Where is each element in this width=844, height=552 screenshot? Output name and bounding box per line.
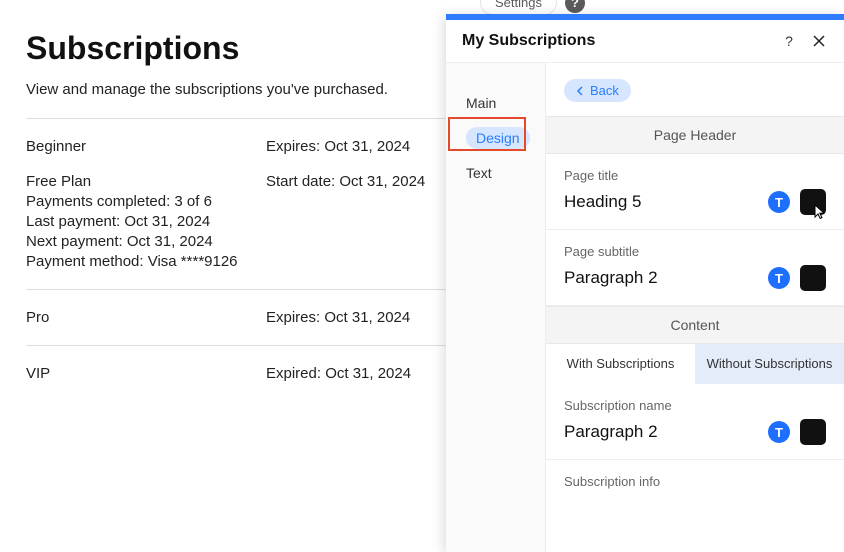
sidebar-item-main[interactable]: Main — [446, 87, 545, 119]
help-circle-icon[interactable]: ? — [565, 0, 585, 13]
subscription-detail: Payments completed: 3 of 6 — [26, 193, 266, 210]
subscription-name: VIP — [26, 365, 266, 382]
sidebar-item-label: Text — [466, 165, 492, 181]
field-value: Paragraph 2 — [564, 422, 768, 442]
panel-header: My Subscriptions ? — [446, 20, 844, 63]
field-label: Subscription name — [564, 398, 826, 413]
subscription-detail: Last payment: Oct 31, 2024 — [26, 213, 266, 230]
color-swatch[interactable] — [800, 265, 826, 291]
field-label: Page subtitle — [564, 244, 826, 259]
back-button[interactable]: Back — [564, 79, 631, 102]
subscription-name: Free Plan — [26, 173, 266, 190]
settings-pill[interactable]: Settings — [480, 0, 557, 15]
subscription-detail: Next payment: Oct 31, 2024 — [26, 233, 266, 250]
sidebar-item-label: Design — [466, 127, 530, 149]
text-style-button[interactable]: T — [768, 267, 790, 289]
help-icon[interactable]: ? — [780, 32, 798, 50]
content-tabs: With Subscriptions Without Subscriptions — [546, 344, 844, 384]
field-subscription-name: Subscription name Paragraph 2 T — [546, 384, 844, 460]
cursor-icon — [812, 203, 828, 221]
section-header-page-header: Page Header — [546, 116, 844, 154]
subscription-detail: Payment method: Visa ****9126 — [26, 253, 266, 270]
sidebar-item-label: Main — [466, 95, 496, 111]
field-value: Paragraph 2 — [564, 268, 768, 288]
panel-sidebar: Main Design Text — [446, 63, 546, 552]
subscription-name: Beginner — [26, 138, 266, 155]
close-icon[interactable] — [810, 32, 828, 50]
subscription-name: Pro — [26, 309, 266, 326]
back-label: Back — [590, 83, 619, 98]
color-swatch[interactable] — [800, 419, 826, 445]
settings-panel: My Subscriptions ? Main Design Text — [446, 14, 844, 552]
text-style-button[interactable]: T — [768, 191, 790, 213]
sidebar-item-text[interactable]: Text — [446, 157, 545, 189]
field-page-subtitle: Page subtitle Paragraph 2 T — [546, 230, 844, 306]
field-label: Subscription info — [564, 474, 826, 489]
field-page-title: Page title Heading 5 T — [546, 154, 844, 230]
field-label: Page title — [564, 168, 826, 183]
settings-pill-wrap: Settings ? — [480, 0, 585, 15]
tab-without-subscriptions[interactable]: Without Subscriptions — [695, 344, 844, 384]
color-swatch[interactable] — [800, 189, 826, 215]
sidebar-item-design[interactable]: Design — [446, 119, 545, 157]
panel-title: My Subscriptions — [462, 32, 768, 50]
tab-with-subscriptions[interactable]: With Subscriptions — [546, 344, 695, 384]
field-subscription-info: Subscription info — [546, 460, 844, 499]
panel-content: Back Page Header Page title Heading 5 T — [546, 63, 844, 552]
field-value: Heading 5 — [564, 192, 768, 212]
text-style-button[interactable]: T — [768, 421, 790, 443]
section-header-content: Content — [546, 306, 844, 344]
chevron-left-icon — [576, 86, 584, 96]
